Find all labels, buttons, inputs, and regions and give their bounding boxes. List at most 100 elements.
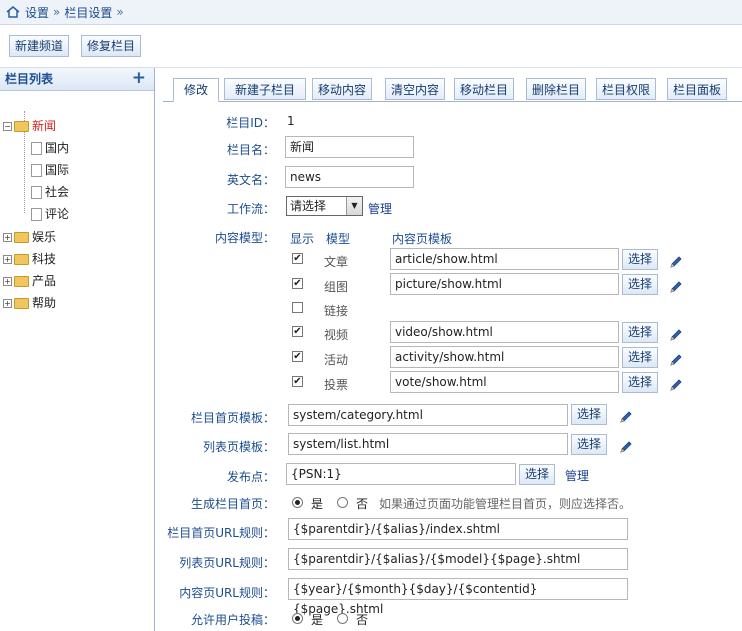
select-template-button[interactable]: 选择 bbox=[622, 249, 659, 270]
breadcrumb-separator: » bbox=[53, 5, 61, 19]
tree-node-tech[interactable]: + 科技 bbox=[3, 250, 56, 268]
tree-node-international[interactable]: 国际 bbox=[31, 161, 69, 179]
allow-submission-no-label: 否 bbox=[356, 613, 369, 627]
breadcrumb-home[interactable]: 设置 bbox=[25, 4, 49, 21]
allow-submission-label: 允许用户投稿： bbox=[190, 613, 275, 627]
model-show-checkbox[interactable] bbox=[292, 302, 303, 313]
tab-new-subcolumn[interactable]: 新建子栏目 bbox=[224, 78, 306, 100]
model-show-checkbox[interactable]: ✔ bbox=[292, 278, 303, 289]
expand-icon[interactable]: + bbox=[3, 233, 12, 242]
expand-icon[interactable]: + bbox=[3, 277, 12, 286]
page-icon bbox=[31, 186, 42, 199]
tree-node-society[interactable]: 社会 bbox=[31, 183, 69, 201]
generate-home-yes-label: 是 bbox=[311, 497, 324, 511]
select-template-button[interactable]: 选择 bbox=[622, 347, 659, 368]
collapse-icon[interactable]: − bbox=[3, 122, 12, 131]
tree-node-comment[interactable]: 评论 bbox=[31, 205, 69, 223]
edit-pencil-icon[interactable] bbox=[669, 328, 683, 342]
tab-clear-content[interactable]: 清空内容 bbox=[385, 78, 445, 100]
list-url-rule-label: 列表页URL规则： bbox=[179, 556, 275, 570]
tab-edit[interactable]: 修改 bbox=[173, 78, 219, 102]
home-template-label: 栏目首页模板： bbox=[190, 411, 275, 425]
model-header-model: 模型 bbox=[326, 232, 351, 246]
page-icon bbox=[31, 142, 42, 155]
page-icon bbox=[31, 208, 42, 221]
edit-pencil-icon[interactable] bbox=[669, 353, 683, 367]
select-list-template-button[interactable]: 选择 bbox=[571, 434, 608, 455]
edit-pencil-icon[interactable] bbox=[669, 378, 683, 392]
english-name-input[interactable]: news bbox=[285, 166, 414, 188]
tab-bar: 修改 新建子栏目 移动内容 清空内容 移动栏目 删除栏目 栏目权限 栏目面板 bbox=[163, 77, 742, 102]
model-show-checkbox[interactable]: ✔ bbox=[292, 376, 303, 387]
tab-column-panel[interactable]: 栏目面板 bbox=[667, 78, 727, 100]
allow-submission-no-radio[interactable] bbox=[337, 613, 348, 624]
folder-icon bbox=[14, 276, 29, 287]
folder-open-icon bbox=[14, 121, 29, 132]
model-name: 视频 bbox=[324, 328, 349, 342]
id-label: 栏目ID： bbox=[226, 116, 275, 130]
select-template-button[interactable]: 选择 bbox=[622, 274, 659, 295]
select-publish-point-button[interactable]: 选择 bbox=[519, 464, 556, 485]
expand-icon[interactable]: + bbox=[3, 299, 12, 308]
toolbar: 新建频道 修复栏目 bbox=[0, 25, 742, 68]
model-template-input[interactable]: video/show.html bbox=[390, 321, 619, 343]
model-template-input[interactable]: activity/show.html bbox=[390, 346, 619, 368]
home-icon[interactable] bbox=[6, 6, 20, 18]
tab-move-content[interactable]: 移动内容 bbox=[312, 78, 372, 100]
select-template-button[interactable]: 选择 bbox=[622, 372, 659, 393]
folder-icon bbox=[14, 254, 29, 265]
tree-node-domestic[interactable]: 国内 bbox=[31, 139, 69, 157]
breadcrumb-separator: » bbox=[116, 5, 124, 19]
expand-icon[interactable]: + bbox=[3, 255, 12, 264]
tab-delete-column[interactable]: 删除栏目 bbox=[526, 78, 586, 100]
allow-submission-yes-radio[interactable] bbox=[292, 613, 303, 624]
select-template-button[interactable]: 选择 bbox=[622, 322, 659, 343]
edit-pencil-icon[interactable] bbox=[669, 280, 683, 294]
sidebar-header: 栏目列表 + bbox=[0, 68, 154, 91]
list-url-rule-input[interactable]: {$parentdir}/{$alias}/{$model}{$page}.sh… bbox=[288, 548, 628, 570]
workflow-manage-link[interactable]: 管理 bbox=[368, 200, 392, 217]
tab-move-column[interactable]: 移动栏目 bbox=[454, 78, 514, 100]
publish-point-manage-link[interactable]: 管理 bbox=[565, 467, 589, 484]
repair-column-button[interactable]: 修复栏目 bbox=[81, 35, 142, 57]
model-template-input[interactable]: article/show.html bbox=[390, 248, 619, 270]
home-template-input[interactable]: system/category.html bbox=[288, 404, 568, 426]
tree-node-product[interactable]: + 产品 bbox=[3, 272, 56, 290]
list-template-input[interactable]: system/list.html bbox=[288, 433, 568, 455]
generate-home-yes-radio[interactable] bbox=[292, 497, 303, 508]
model-show-checkbox[interactable]: ✔ bbox=[292, 326, 303, 337]
publish-point-label: 发布点： bbox=[226, 470, 275, 484]
chevron-down-icon[interactable]: ▼ bbox=[346, 197, 362, 215]
breadcrumb: 设置 » 栏目设置 » bbox=[0, 0, 742, 25]
edit-pencil-icon[interactable] bbox=[619, 440, 633, 454]
select-home-template-button[interactable]: 选择 bbox=[571, 404, 608, 425]
tree-node-entertainment[interactable]: + 娱乐 bbox=[3, 228, 56, 246]
folder-icon bbox=[14, 298, 29, 309]
add-column-icon[interactable]: + bbox=[132, 67, 146, 89]
workflow-select[interactable]: 请选择 ▼ bbox=[286, 196, 363, 216]
tab-column-permission[interactable]: 栏目权限 bbox=[596, 78, 656, 100]
home-url-rule-label: 栏目首页URL规则： bbox=[167, 526, 275, 540]
generate-home-no-label: 否 bbox=[356, 497, 369, 511]
model-show-checkbox[interactable]: ✔ bbox=[292, 253, 303, 264]
english-name-label: 英文名： bbox=[226, 173, 275, 187]
publish-point-input[interactable]: {PSN:1} bbox=[286, 463, 516, 485]
content-url-rule-label: 内容页URL规则： bbox=[179, 586, 275, 600]
generate-home-label: 生成栏目首页： bbox=[190, 497, 275, 511]
edit-pencil-icon[interactable] bbox=[669, 255, 683, 269]
name-input[interactable]: 新闻 bbox=[285, 136, 414, 158]
breadcrumb-current[interactable]: 栏目设置 bbox=[64, 4, 112, 21]
tree-node-news[interactable]: − 新闻 bbox=[3, 117, 56, 135]
model-header-template: 内容页模板 bbox=[392, 232, 453, 246]
model-template-input[interactable]: picture/show.html bbox=[390, 273, 619, 295]
generate-home-no-radio[interactable] bbox=[337, 497, 348, 508]
model-template-input[interactable]: vote/show.html bbox=[390, 371, 619, 393]
new-channel-button[interactable]: 新建频道 bbox=[9, 35, 70, 57]
model-show-checkbox[interactable]: ✔ bbox=[292, 351, 303, 362]
tree-node-help[interactable]: + 帮助 bbox=[3, 294, 56, 312]
home-url-rule-input[interactable]: {$parentdir}/{$alias}/index.shtml bbox=[288, 518, 628, 540]
model-name: 链接 bbox=[324, 304, 349, 318]
model-name: 文章 bbox=[324, 255, 349, 269]
content-url-rule-input[interactable]: {$year}/{$month}{$day}/{$contentid}{$pag… bbox=[288, 578, 628, 616]
edit-pencil-icon[interactable] bbox=[619, 410, 633, 424]
